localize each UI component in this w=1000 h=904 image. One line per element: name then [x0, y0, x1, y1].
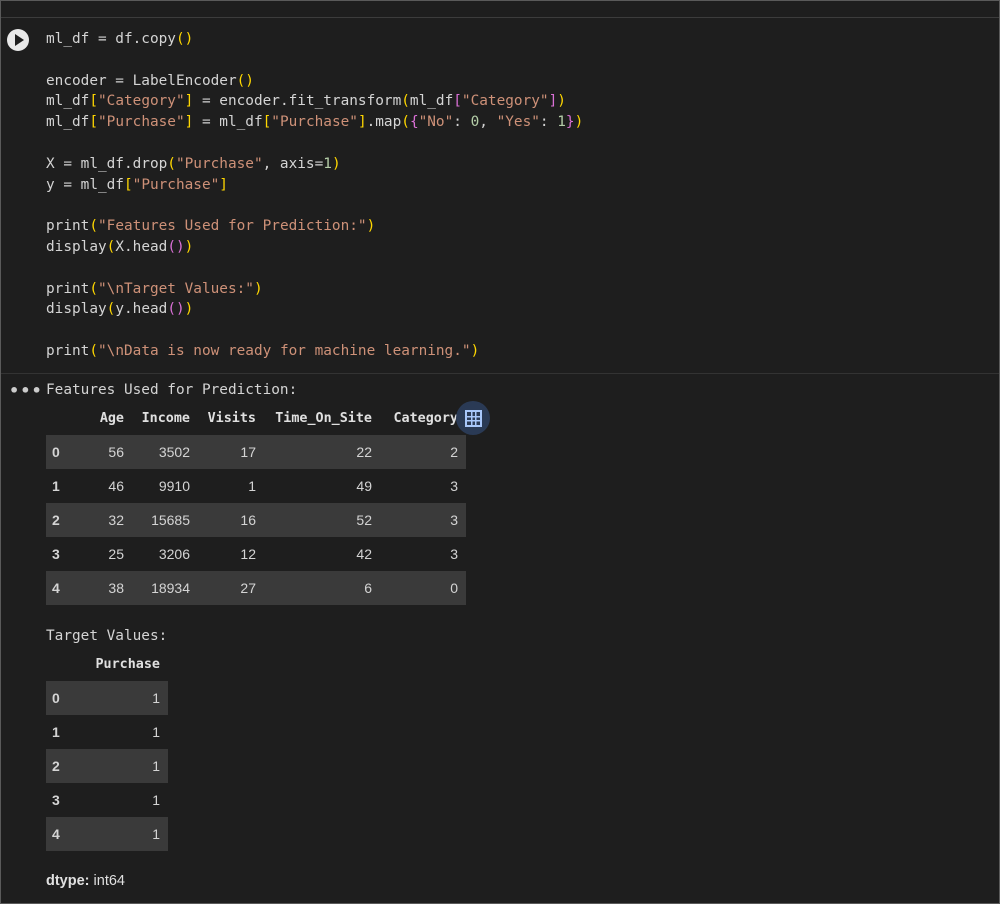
column-header: [46, 401, 76, 435]
table-row: 3 25 3206 12 42 3: [46, 537, 466, 571]
row-index: 0: [46, 681, 76, 715]
table-cell: 1: [76, 783, 168, 817]
table-row: 2 32 15685 16 52 3: [46, 503, 466, 537]
code-line: print("\nTarget Values:"): [46, 280, 263, 297]
table-cell: 1: [76, 817, 168, 851]
row-index: 2: [46, 503, 76, 537]
table-cell: 15685: [132, 503, 198, 537]
column-header: Category: [393, 410, 459, 426]
row-index: 4: [46, 817, 76, 851]
more-horizontal-icon[interactable]: •••: [9, 381, 43, 400]
table-cell: 18934: [132, 571, 198, 605]
table-row: 11: [46, 715, 168, 749]
dtype-value: int64: [93, 873, 125, 889]
table-cell: 32: [76, 503, 132, 537]
row-index: 1: [46, 715, 76, 749]
table-row: 31: [46, 783, 168, 817]
code-line: display(y.head()): [46, 301, 194, 318]
column-header: Time_On_Site: [275, 410, 372, 426]
table-cell: 52: [264, 503, 380, 537]
table-cell: 1: [76, 681, 168, 715]
code-line: X = ml_df.drop("Purchase", axis=1): [46, 155, 341, 172]
row-index: 3: [46, 537, 76, 571]
code-line: print("\nData is now ready for machine l…: [46, 342, 480, 359]
row-index: 4: [46, 571, 76, 605]
dtype-label: dtype:: [46, 873, 90, 889]
table-cell: 49: [264, 469, 380, 503]
table-cell: 25: [76, 537, 132, 571]
target-heading: Target Values:: [46, 628, 168, 644]
row-index: 1: [46, 469, 76, 503]
column-header: [46, 647, 76, 681]
code-line: print("Features Used for Prediction:"): [46, 218, 376, 235]
table-view-button[interactable]: [456, 401, 490, 435]
table-cell: 27: [198, 571, 264, 605]
column-header: Income: [141, 410, 190, 426]
table-cell: 56: [76, 435, 132, 469]
code-line: encoder = LabelEncoder(): [46, 72, 254, 89]
code-line: display(X.head()): [46, 238, 194, 255]
table-cell: 1: [76, 749, 168, 783]
code-editor[interactable]: ml_df = df.copy() encoder = LabelEncoder…: [46, 29, 583, 362]
table-cell: 2: [380, 435, 466, 469]
table-row: 1 46 9910 1 49 3: [46, 469, 466, 503]
code-line: ml_df["Purchase"] = ml_df["Purchase"].ma…: [46, 114, 584, 131]
table-cell: 1: [198, 469, 264, 503]
code-line: ml_df["Category"] = encoder.fit_transfor…: [46, 93, 566, 110]
cell-top-border: [1, 17, 999, 18]
table-cell: 22: [264, 435, 380, 469]
play-icon: [15, 34, 24, 46]
table-cell: 3502: [132, 435, 198, 469]
table-row: 21: [46, 749, 168, 783]
table-row: 0 56 3502 17 22 2: [46, 435, 466, 469]
table-cell: 3: [380, 469, 466, 503]
dtype-info: dtype: int64: [46, 873, 125, 889]
table-cell: 3206: [132, 537, 198, 571]
table-cell: 9910: [132, 469, 198, 503]
table-grid-icon: [464, 409, 482, 427]
features-heading: Features Used for Prediction:: [46, 382, 298, 398]
column-header: Age: [99, 410, 124, 426]
table-cell: 38: [76, 571, 132, 605]
code-line: ml_df = df.copy(): [46, 31, 194, 47]
output-divider: [1, 373, 999, 374]
table-cell: 12: [198, 537, 264, 571]
table-cell: 3: [380, 537, 466, 571]
table-cell: 0: [380, 571, 466, 605]
features-dataframe: Age Income Visits Time_On_Site Category 0 56 35…: [46, 401, 466, 605]
table-cell: 46: [76, 469, 132, 503]
run-cell-button[interactable]: [7, 29, 29, 51]
row-index: 2: [46, 749, 76, 783]
column-header: Visits: [207, 410, 256, 426]
column-header: Purchase: [95, 656, 161, 672]
target-series: Purchase 0 1 1 1 2 1 3 1 4 1: [46, 647, 168, 851]
table-row: 41: [46, 817, 168, 851]
table-cell: 17: [198, 435, 264, 469]
table-cell: 3: [380, 503, 466, 537]
table-row: 4 38 18934 27 6 0: [46, 571, 466, 605]
table-cell: 42: [264, 537, 380, 571]
notebook-frame: ml_df = df.copy() encoder = LabelEncoder…: [0, 0, 1000, 904]
table-cell: 1: [76, 715, 168, 749]
table-row: 01: [46, 681, 168, 715]
code-line: y = ml_df["Purchase"]: [46, 176, 228, 193]
table-cell: 6: [264, 571, 380, 605]
table-cell: 16: [198, 503, 264, 537]
row-index: 0: [46, 435, 76, 469]
row-index: 3: [46, 783, 76, 817]
